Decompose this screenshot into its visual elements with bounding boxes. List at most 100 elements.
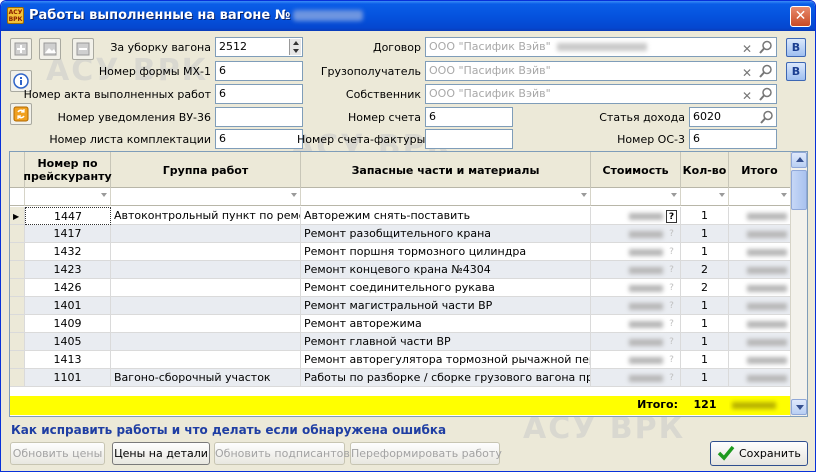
- filter-price-num[interactable]: [25, 188, 111, 206]
- filter-qty[interactable]: [681, 188, 729, 206]
- cell-part: Ремонт авторегулятора тормозной рычажной…: [301, 351, 591, 369]
- vu36-input[interactable]: [215, 107, 303, 127]
- close-button[interactable]: ✕: [790, 6, 811, 27]
- cost-info-icon[interactable]: ?: [666, 336, 677, 349]
- cell-cost: ?: [591, 351, 681, 369]
- row-indicator: [10, 225, 25, 243]
- filter-cost[interactable]: [591, 188, 681, 206]
- owner-input[interactable]: ООО "Пасифик Вэйв" ✕: [425, 84, 777, 104]
- col-cost[interactable]: Стоимость: [591, 152, 681, 188]
- search-icon[interactable]: [759, 40, 773, 54]
- table-row[interactable]: 1423 Ремонт концевого крана №4304 ? 2: [10, 261, 791, 279]
- table-row[interactable]: ▶ 1447 Автоконтрольный пункт по ремо... Авт…: [10, 207, 791, 225]
- total-redacted: [747, 230, 787, 238]
- cost-info-icon[interactable]: ?: [666, 300, 677, 313]
- cost-redacted: [628, 302, 663, 310]
- invoice-input[interactable]: 6: [425, 107, 513, 127]
- invoice-label: Номер счета: [347, 111, 421, 124]
- scroll-thumb[interactable]: [791, 170, 807, 210]
- os3-input[interactable]: 6: [689, 129, 777, 149]
- owner-value: ООО "Пасифик Вэйв": [429, 87, 551, 100]
- table-row[interactable]: 1401 Ремонт магистральной части ВР ? 1: [10, 297, 791, 315]
- consignee-b-button[interactable]: B: [786, 62, 806, 81]
- cell-price-num: 1405: [25, 333, 111, 351]
- table-scrollbar[interactable]: [790, 152, 807, 416]
- table-row[interactable]: 1413 Ремонт авторегулятора тормозной рыча…: [10, 351, 791, 369]
- scroll-up-button[interactable]: [791, 152, 807, 168]
- window-title: Работы выполненные на вагоне №: [29, 8, 364, 23]
- cell-total: [729, 333, 791, 351]
- plus-icon: [14, 42, 28, 56]
- table-row[interactable]: 1101 Вагоно-сборочный участок Работы по ра…: [10, 369, 791, 387]
- save-button[interactable]: Сохранить: [710, 441, 808, 466]
- row-indicator: [10, 297, 25, 315]
- mx1-label: Номер формы МХ-1: [98, 65, 211, 78]
- cleaning-input[interactable]: 2512: [215, 37, 303, 57]
- app-icon: АСУ ВРК: [7, 7, 24, 24]
- table-row[interactable]: 1426 Ремонт соединительного рукава ? 2: [10, 279, 791, 297]
- clear-icon[interactable]: ✕: [742, 64, 752, 80]
- filter-total[interactable]: [729, 188, 791, 206]
- chevron-down-icon: [581, 193, 587, 197]
- row-indicator: [10, 351, 25, 369]
- cost-info-icon[interactable]: ?: [666, 246, 677, 259]
- cell-price-num: 1401: [25, 297, 111, 315]
- image-button[interactable]: [39, 38, 61, 60]
- cleaning-spinner[interactable]: [289, 39, 301, 55]
- chevron-down-icon: [291, 193, 297, 197]
- cost-redacted: [628, 230, 663, 238]
- income-input[interactable]: 6020: [689, 107, 777, 127]
- table-row[interactable]: 1417 Ремонт разобщительного крана ? 1: [10, 225, 791, 243]
- table-row[interactable]: 1409 Ремонт авторежима ? 1: [10, 315, 791, 333]
- reform-work-button[interactable]: Переформировать работу: [350, 442, 502, 465]
- clear-icon[interactable]: ✕: [742, 40, 752, 56]
- refresh-prices-button[interactable]: Обновить цены: [10, 442, 105, 465]
- cell-group: [111, 297, 301, 315]
- cost-info-icon[interactable]: ?: [666, 264, 677, 277]
- cell-cost: ?: [591, 315, 681, 333]
- cost-info-icon[interactable]: ?: [666, 228, 677, 241]
- col-price-num[interactable]: Номер по прейскуранту: [23, 152, 112, 188]
- col-total[interactable]: Итого: [729, 152, 791, 188]
- cell-part: Ремонт главной части ВР: [301, 333, 591, 351]
- col-group[interactable]: Группа работ: [111, 152, 301, 188]
- cost-info-icon[interactable]: ?: [666, 209, 677, 223]
- search-icon[interactable]: [759, 87, 773, 101]
- factura-input[interactable]: [425, 129, 513, 149]
- cell-price-num: 1409: [25, 315, 111, 333]
- search-icon[interactable]: [759, 64, 773, 78]
- cost-info-icon[interactable]: ?: [666, 282, 677, 295]
- sheet-input[interactable]: 6: [215, 129, 303, 149]
- add-button[interactable]: [10, 38, 32, 60]
- search-icon[interactable]: [760, 110, 774, 124]
- scroll-down-button[interactable]: [791, 399, 807, 415]
- contract-b-button[interactable]: B: [786, 38, 806, 57]
- col-parts[interactable]: Запасные части и материалы: [301, 152, 591, 188]
- filter-parts[interactable]: [301, 188, 591, 206]
- filter-group[interactable]: [111, 188, 301, 206]
- mx1-input[interactable]: 6: [215, 61, 303, 81]
- cost-info-icon[interactable]: ?: [666, 354, 677, 367]
- cost-info-icon[interactable]: ?: [666, 318, 677, 331]
- parts-prices-button[interactable]: Цены на детали: [112, 442, 210, 465]
- refresh-signers-button[interactable]: Обновить подписантов: [214, 442, 350, 465]
- cell-total: [729, 315, 791, 333]
- factura-label: Номер счета-фактуры: [297, 133, 426, 146]
- save-label: Сохранить: [739, 447, 801, 460]
- cost-info-icon[interactable]: ?: [666, 372, 677, 385]
- cell-total: [729, 369, 791, 387]
- help-link[interactable]: Как исправить работы и что делать если о…: [11, 423, 446, 437]
- table-row[interactable]: 1432 Ремонт поршня тормозного цилиндра ? 1: [10, 243, 791, 261]
- window-title-text: Работы выполненные на вагоне №: [29, 8, 291, 23]
- cell-part: Ремонт авторежима: [301, 315, 591, 333]
- clear-icon[interactable]: ✕: [742, 87, 752, 103]
- act-input[interactable]: 6: [215, 84, 303, 104]
- contract-input[interactable]: ООО "Пасифик Вэйв" ✕: [425, 37, 777, 57]
- cost-redacted: [628, 338, 663, 346]
- total-redacted: [747, 374, 787, 382]
- consignee-input[interactable]: ООО "Пасифик Вэйв" ✕: [425, 61, 777, 81]
- col-qty[interactable]: Кол-во: [681, 152, 729, 188]
- chevron-down-icon: [719, 193, 725, 197]
- table-row[interactable]: 1405 Ремонт главной части ВР ? 1: [10, 333, 791, 351]
- cell-group: [111, 315, 301, 333]
